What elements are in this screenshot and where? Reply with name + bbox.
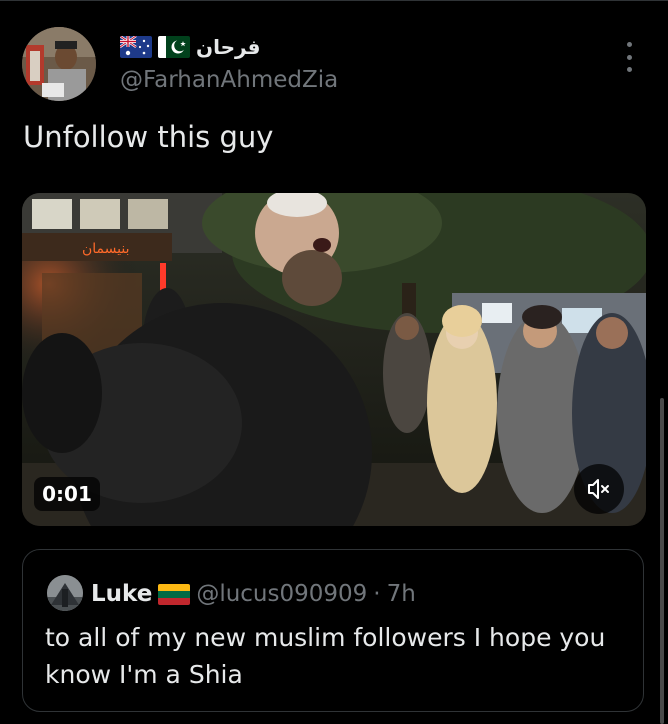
quoted-author-name[interactable]: Luke: [91, 581, 152, 607]
tweet-text: Unfollow this guy: [23, 120, 274, 154]
lithuania-flag-icon: [158, 583, 191, 605]
quoted-tweet-text: to all of my new muslim followers I hope…: [45, 623, 606, 689]
quoted-tweet-card[interactable]: Luke @lucus090909 · 7h to all of my new …: [22, 549, 644, 712]
more-options-icon[interactable]: [619, 42, 639, 72]
video-timestamp: 0:01: [34, 477, 100, 511]
mute-toggle-button[interactable]: [574, 464, 624, 514]
top-divider: [0, 0, 668, 1]
volume-muted-icon: [588, 479, 609, 499]
author-display-name[interactable]: فرحان: [196, 35, 261, 59]
more-dot: [626, 67, 632, 72]
author-avatar[interactable]: [22, 27, 96, 101]
author-handle[interactable]: @FarhanAhmedZia: [120, 67, 338, 93]
australia-flag-icon: [120, 36, 152, 58]
quoted-tweet-time[interactable]: 7h: [387, 581, 416, 607]
quoted-author-handle[interactable]: @lucus090909: [196, 581, 367, 607]
quoted-author-avatar[interactable]: [47, 575, 83, 611]
more-dot: [626, 54, 632, 60]
author-name-row: فرحان: [120, 34, 261, 60]
more-dot: [626, 42, 632, 47]
shop-sign-text: بنيسمان: [82, 241, 129, 257]
quoted-tweet-header: Luke @lucus090909 · 7h: [91, 579, 416, 609]
pakistan-flag-icon: [158, 36, 190, 58]
scrollbar[interactable]: [660, 398, 664, 724]
meta-separator: ·: [373, 581, 381, 607]
video-player[interactable]: بنيسمان: [22, 193, 646, 526]
video-frame: بنيسمان: [22, 193, 646, 526]
